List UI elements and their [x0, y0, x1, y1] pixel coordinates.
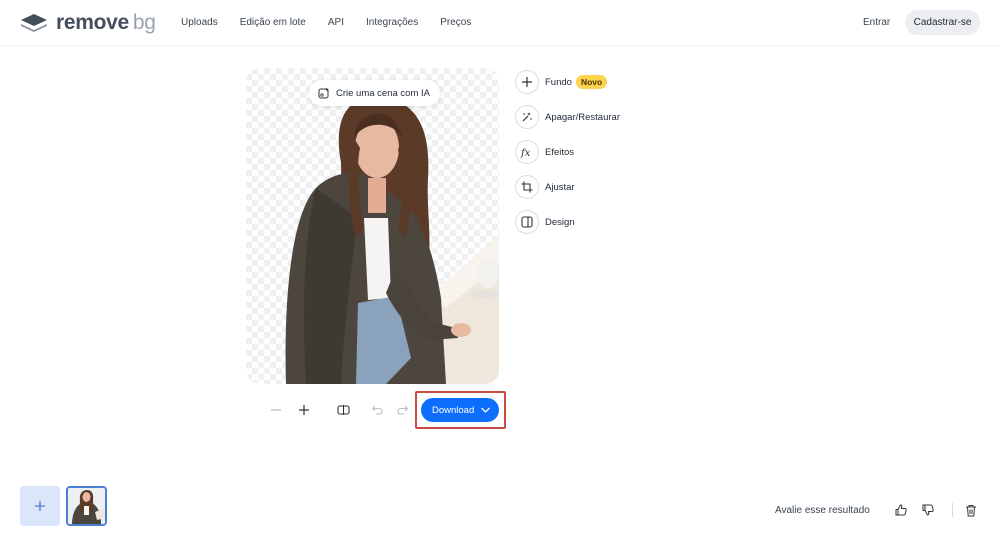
result-image-card[interactable]: Crie uma cena com IA: [246, 68, 499, 384]
chevron-down-icon: [481, 407, 490, 413]
nav-integrations[interactable]: Integrações: [366, 17, 418, 28]
signup-button[interactable]: Cadastrar-se: [905, 10, 980, 35]
zoom-in-icon[interactable]: [293, 399, 315, 421]
logo-text: remove bg: [56, 11, 156, 34]
nav-pricing[interactable]: Preços: [440, 17, 471, 28]
edit-tools: Fundo Novo Apagar/Restaurar fx Efeitos A…: [515, 70, 620, 245]
thumbs-down-icon[interactable]: [920, 502, 936, 518]
tool-erase-restore[interactable]: Apagar/Restaurar: [515, 105, 620, 129]
tool-background[interactable]: Fundo Novo: [515, 70, 620, 94]
nav-batch-edit[interactable]: Edição em lote: [240, 17, 306, 28]
tool-design-label: Design: [545, 216, 575, 228]
tool-background-label: Fundo: [545, 76, 572, 88]
download-button[interactable]: Download: [421, 398, 499, 422]
divider: [952, 503, 953, 517]
ai-scene-label: Crie uma cena com IA: [336, 87, 430, 99]
subject-photo: [285, 97, 499, 384]
plus-icon: [35, 501, 45, 511]
nav-uploads[interactable]: Uploads: [181, 17, 218, 28]
crop-icon: [515, 175, 539, 199]
design-layout-icon: [515, 210, 539, 234]
svg-text:fx: fx: [520, 148, 531, 158]
zoom-out-icon[interactable]: [265, 399, 287, 421]
image-thumbnail[interactable]: [66, 486, 107, 526]
login-link[interactable]: Entrar: [863, 17, 890, 28]
rate-result-label: Avalie esse resultado: [775, 505, 870, 516]
thumbnail-photo: [68, 488, 105, 524]
logo-icon: [21, 14, 47, 32]
top-navbar: remove bg Uploads Edição em lote API Inte…: [0, 0, 1000, 46]
undo-icon[interactable]: [366, 399, 388, 421]
thumbs-up-icon[interactable]: [893, 502, 909, 518]
compare-icon[interactable]: [332, 399, 354, 421]
redo-icon[interactable]: [392, 399, 414, 421]
add-image-button[interactable]: [20, 486, 60, 526]
download-label: Download: [432, 404, 475, 416]
tool-effects-label: Efeitos: [545, 146, 575, 158]
tool-effects[interactable]: fx Efeitos: [515, 140, 620, 164]
magic-wand-icon: [515, 105, 539, 129]
main-nav: Uploads Edição em lote API Integrações P…: [181, 17, 493, 28]
plus-icon: [515, 70, 539, 94]
ai-scene-icon: [318, 87, 329, 99]
tool-design[interactable]: Design: [515, 210, 620, 234]
ai-scene-button[interactable]: Crie uma cena com IA: [309, 80, 440, 106]
trash-icon[interactable]: [963, 502, 979, 518]
canvas-controls: [265, 398, 414, 422]
tool-erase-restore-label: Apagar/Restaurar: [545, 111, 620, 123]
nav-api[interactable]: API: [328, 17, 344, 28]
tool-adjust[interactable]: Ajustar: [515, 175, 620, 199]
fx-icon: fx: [515, 140, 539, 164]
tool-adjust-label: Ajustar: [545, 181, 575, 193]
logo[interactable]: remove bg: [20, 11, 156, 35]
new-badge: Novo: [575, 75, 608, 89]
